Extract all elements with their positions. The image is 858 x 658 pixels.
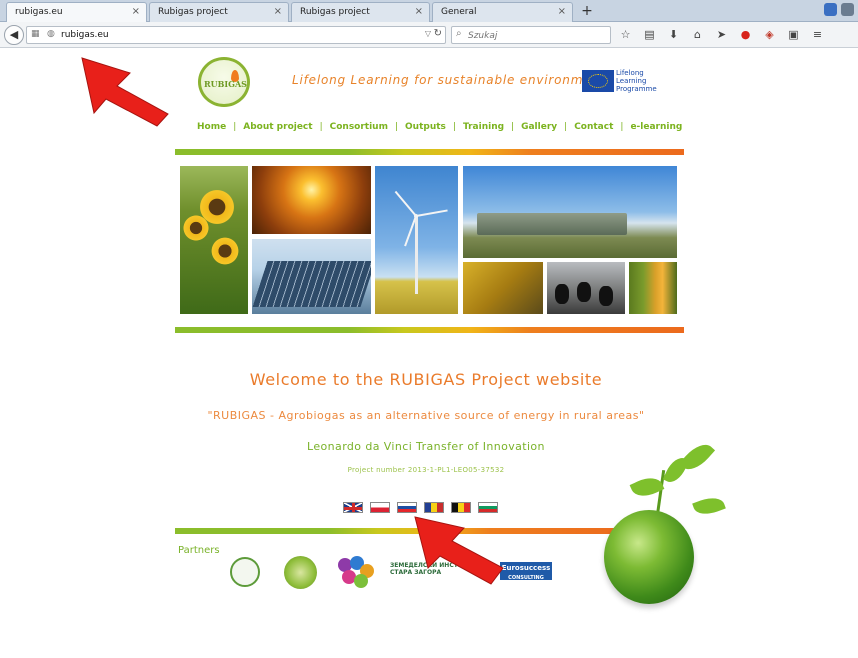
- leaf-icon: [692, 493, 726, 519]
- tab-label: rubigas.eu: [15, 7, 63, 17]
- solar-panels-photo: [252, 239, 371, 314]
- corn-photo: [629, 262, 677, 314]
- navigation-toolbar: ◀ ▦ ◍ rubigas.eu ▽ ↻ ⌕ ☆ ▤ ⬇ ⌂ ➤ ● ◈ ▣ ≡: [0, 22, 858, 48]
- flag-ro-icon[interactable]: [424, 502, 444, 513]
- close-tab-icon[interactable]: ×: [558, 6, 566, 17]
- home-icon[interactable]: ⌂: [690, 26, 705, 43]
- tab-general[interactable]: General ×: [432, 2, 573, 22]
- llp-label: Lifelong Learning Programme: [616, 69, 657, 93]
- rubigas-logo[interactable]: RUBIGAS: [198, 57, 250, 107]
- project-subtitle: "RUBIGAS - Agrobiogas as an alternative …: [207, 409, 645, 422]
- bookmark-star-icon[interactable]: ☆: [618, 26, 633, 43]
- chevron-down-icon[interactable]: ▽: [425, 29, 431, 38]
- partners-heading: Partners: [178, 545, 220, 556]
- clipboard-icon[interactable]: ▤: [642, 26, 657, 43]
- wind-turbine-photo: [375, 166, 458, 314]
- nav-about-project[interactable]: About project: [243, 122, 312, 132]
- flag-be-icon[interactable]: [451, 502, 471, 513]
- profile-icon[interactable]: [824, 3, 837, 16]
- nav-outputs[interactable]: Outputs: [405, 122, 446, 132]
- eu-flag-icon: [582, 70, 614, 92]
- nav-home[interactable]: Home: [197, 122, 226, 132]
- close-tab-icon[interactable]: ×: [132, 6, 140, 17]
- tab-label: Rubigas project: [158, 7, 228, 17]
- partner-logo-4[interactable]: ЗЕМЕДЕЛСКИ ИНСТИТУТ СТАРА ЗАГОРА: [390, 562, 490, 584]
- language-selector: [343, 502, 498, 513]
- partner-logo-2[interactable]: [284, 556, 317, 589]
- adblock-icon[interactable]: ●: [738, 26, 753, 43]
- sunflower-photo: [180, 166, 248, 314]
- flag-bg-icon[interactable]: [478, 502, 498, 513]
- tab-rubigas-project-2[interactable]: Rubigas project ×: [291, 2, 430, 22]
- close-tab-icon[interactable]: ×: [274, 6, 282, 17]
- search-icon: ⌕: [456, 28, 462, 39]
- flag-sk-icon[interactable]: [397, 502, 417, 513]
- partner-logo-3[interactable]: [336, 556, 376, 590]
- nav-gallery[interactable]: Gallery: [521, 122, 557, 132]
- earth-globe-icon: [604, 510, 694, 604]
- color-stripe-bottom: [175, 528, 625, 534]
- globe-icon: ◍: [47, 29, 55, 39]
- farm-machine-photo: [463, 262, 543, 314]
- tab-rubigas-project-1[interactable]: Rubigas project ×: [149, 2, 289, 22]
- main-navigation: Home | About project | Consortium | Outp…: [197, 122, 683, 132]
- programme-label: Leonardo da Vinci Transfer of Innovation: [307, 440, 545, 453]
- extension-icon[interactable]: ◈: [762, 26, 777, 43]
- nav-contact[interactable]: Contact: [574, 122, 613, 132]
- download-icon[interactable]: ⬇: [666, 26, 681, 43]
- site-tagline: Lifelong Learning for sustainable enviro…: [292, 73, 606, 87]
- welcome-heading: Welcome to the RUBIGAS Project website: [249, 370, 603, 389]
- biogas-plant-photo: [463, 166, 677, 258]
- reload-icon[interactable]: ↻: [434, 28, 442, 39]
- back-button[interactable]: ◀: [4, 25, 24, 45]
- tab-bar: rubigas.eu × Rubigas project × Rubigas p…: [0, 0, 858, 23]
- browser-window: rubigas.eu × Rubigas project × Rubigas p…: [0, 0, 858, 658]
- partner-logo-1[interactable]: [230, 557, 260, 587]
- flag-uk-icon[interactable]: [343, 502, 363, 513]
- search-bar[interactable]: ⌕: [451, 26, 611, 44]
- downloads-icon[interactable]: [841, 3, 854, 16]
- partner-logo-5[interactable]: Eurosuccess CONSULTING: [500, 562, 552, 581]
- color-stripe-middle: [175, 327, 684, 333]
- nav-consortium[interactable]: Consortium: [330, 122, 388, 132]
- logo-text: RUBIGAS: [204, 79, 247, 89]
- tab-label: General: [441, 7, 477, 17]
- flag-pl-icon[interactable]: [370, 502, 390, 513]
- color-stripe-top: [175, 149, 684, 155]
- nav-e-learning[interactable]: e-learning: [630, 122, 682, 132]
- cows-photo: [547, 262, 625, 314]
- menu-icon[interactable]: ≡: [810, 26, 825, 43]
- send-icon[interactable]: ➤: [714, 26, 729, 43]
- translate-icon[interactable]: ▣: [786, 26, 801, 43]
- sunset-photo: [252, 166, 371, 234]
- tab-rubigas-eu[interactable]: rubigas.eu ×: [6, 2, 147, 23]
- search-input[interactable]: [468, 29, 608, 42]
- page-icon: ▦: [31, 29, 40, 39]
- url-bar[interactable]: ▦ ◍ rubigas.eu ▽ ↻: [26, 26, 446, 44]
- close-tab-icon[interactable]: ×: [415, 6, 423, 17]
- tab-label: Rubigas project: [300, 7, 370, 17]
- new-tab-button[interactable]: +: [578, 3, 596, 19]
- nav-training[interactable]: Training: [463, 122, 504, 132]
- project-number: Project number 2013-1-PL1-LEO05-37532: [347, 466, 505, 474]
- url-text: rubigas.eu: [61, 30, 109, 40]
- arrow-to-url-bar: [81, 57, 169, 127]
